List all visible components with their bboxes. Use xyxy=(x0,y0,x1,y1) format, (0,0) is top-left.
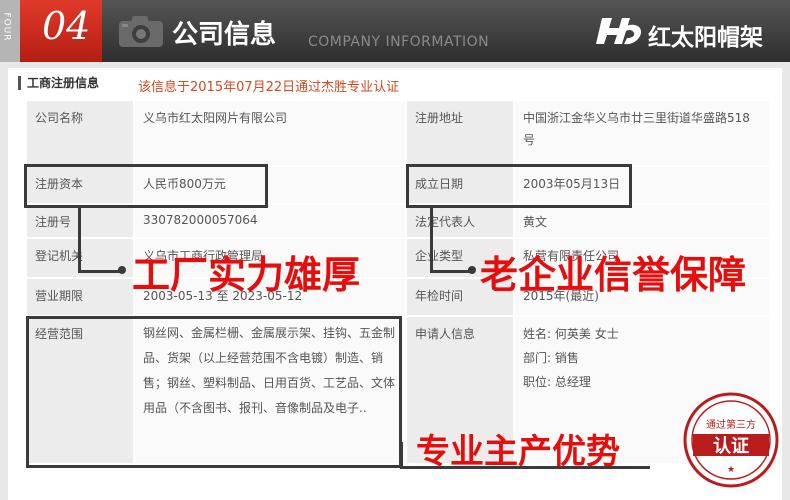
connector-dot xyxy=(468,266,476,274)
section-title: 工商注册信息 xyxy=(18,76,99,90)
stamp-star: ★ xyxy=(727,465,735,475)
annotation-factory-strength: 工厂实力雄厚 xyxy=(132,253,361,297)
connector-dot xyxy=(118,266,126,274)
stamp-main-text: 认证 xyxy=(713,435,749,457)
applicant-dept-line: 部门: 销售 xyxy=(523,346,761,370)
stamp-top-text: 通过第三方 xyxy=(706,418,756,431)
label-legal-representative: 法定代表人 xyxy=(406,204,514,238)
section-number-box: 04 xyxy=(20,0,102,62)
applicant-position-label: 职位: xyxy=(523,375,552,389)
side-text: FOUR xyxy=(1,12,12,42)
label-company-name: 公司名称 xyxy=(26,100,134,166)
value-registration-number: 330782000057064 xyxy=(134,204,406,238)
scope-highlight-box xyxy=(26,316,402,468)
connector-line xyxy=(78,270,120,273)
certification-stamp: 通过第三方 认证 ★ xyxy=(683,392,779,488)
section-number: 04 xyxy=(42,4,91,48)
capital-highlight-box xyxy=(24,164,268,208)
connector-line xyxy=(430,270,472,273)
connector-line xyxy=(430,208,433,272)
connector-line xyxy=(78,208,81,272)
page-subtitle: COMPANY INFORMATION xyxy=(308,34,490,50)
brand-name: 红太阳帽架 xyxy=(648,25,763,51)
applicant-dept: 销售 xyxy=(554,351,579,365)
value-company-name: 义乌市红太阳网片有限公司 xyxy=(134,100,406,166)
label-address: 注册地址 xyxy=(406,100,514,166)
annotation-specialty: 专业主产优势 xyxy=(416,432,620,472)
applicant-name-line: 姓名: 何英美 女士 xyxy=(523,322,761,346)
applicant-position-line: 职位: 总经理 xyxy=(523,370,761,394)
applicant-name: 何英美 女士 xyxy=(554,327,619,341)
applicant-position: 总经理 xyxy=(554,375,591,389)
applicant-name-label: 姓名: xyxy=(523,327,552,341)
applicant-dept-label: 部门: xyxy=(523,351,552,365)
hd-logo-icon xyxy=(596,18,642,45)
page-title: 公司信息 xyxy=(172,20,277,50)
value-legal-representative: 黄文 xyxy=(514,204,770,238)
connector-line xyxy=(400,442,403,468)
founded-highlight-box xyxy=(406,164,632,208)
side-strip: FOUR xyxy=(0,0,20,62)
annotation-old-company: 老企业信誉保障 xyxy=(480,253,747,297)
value-address: 中国浙江金华义乌市廿三里街道华盛路518 号 xyxy=(514,100,770,166)
label-business-term: 营业期限 xyxy=(26,278,134,316)
camera-icon xyxy=(119,16,163,47)
certification-note: 该信息于2015年07月22日通过杰胜专业认证 xyxy=(138,80,400,95)
